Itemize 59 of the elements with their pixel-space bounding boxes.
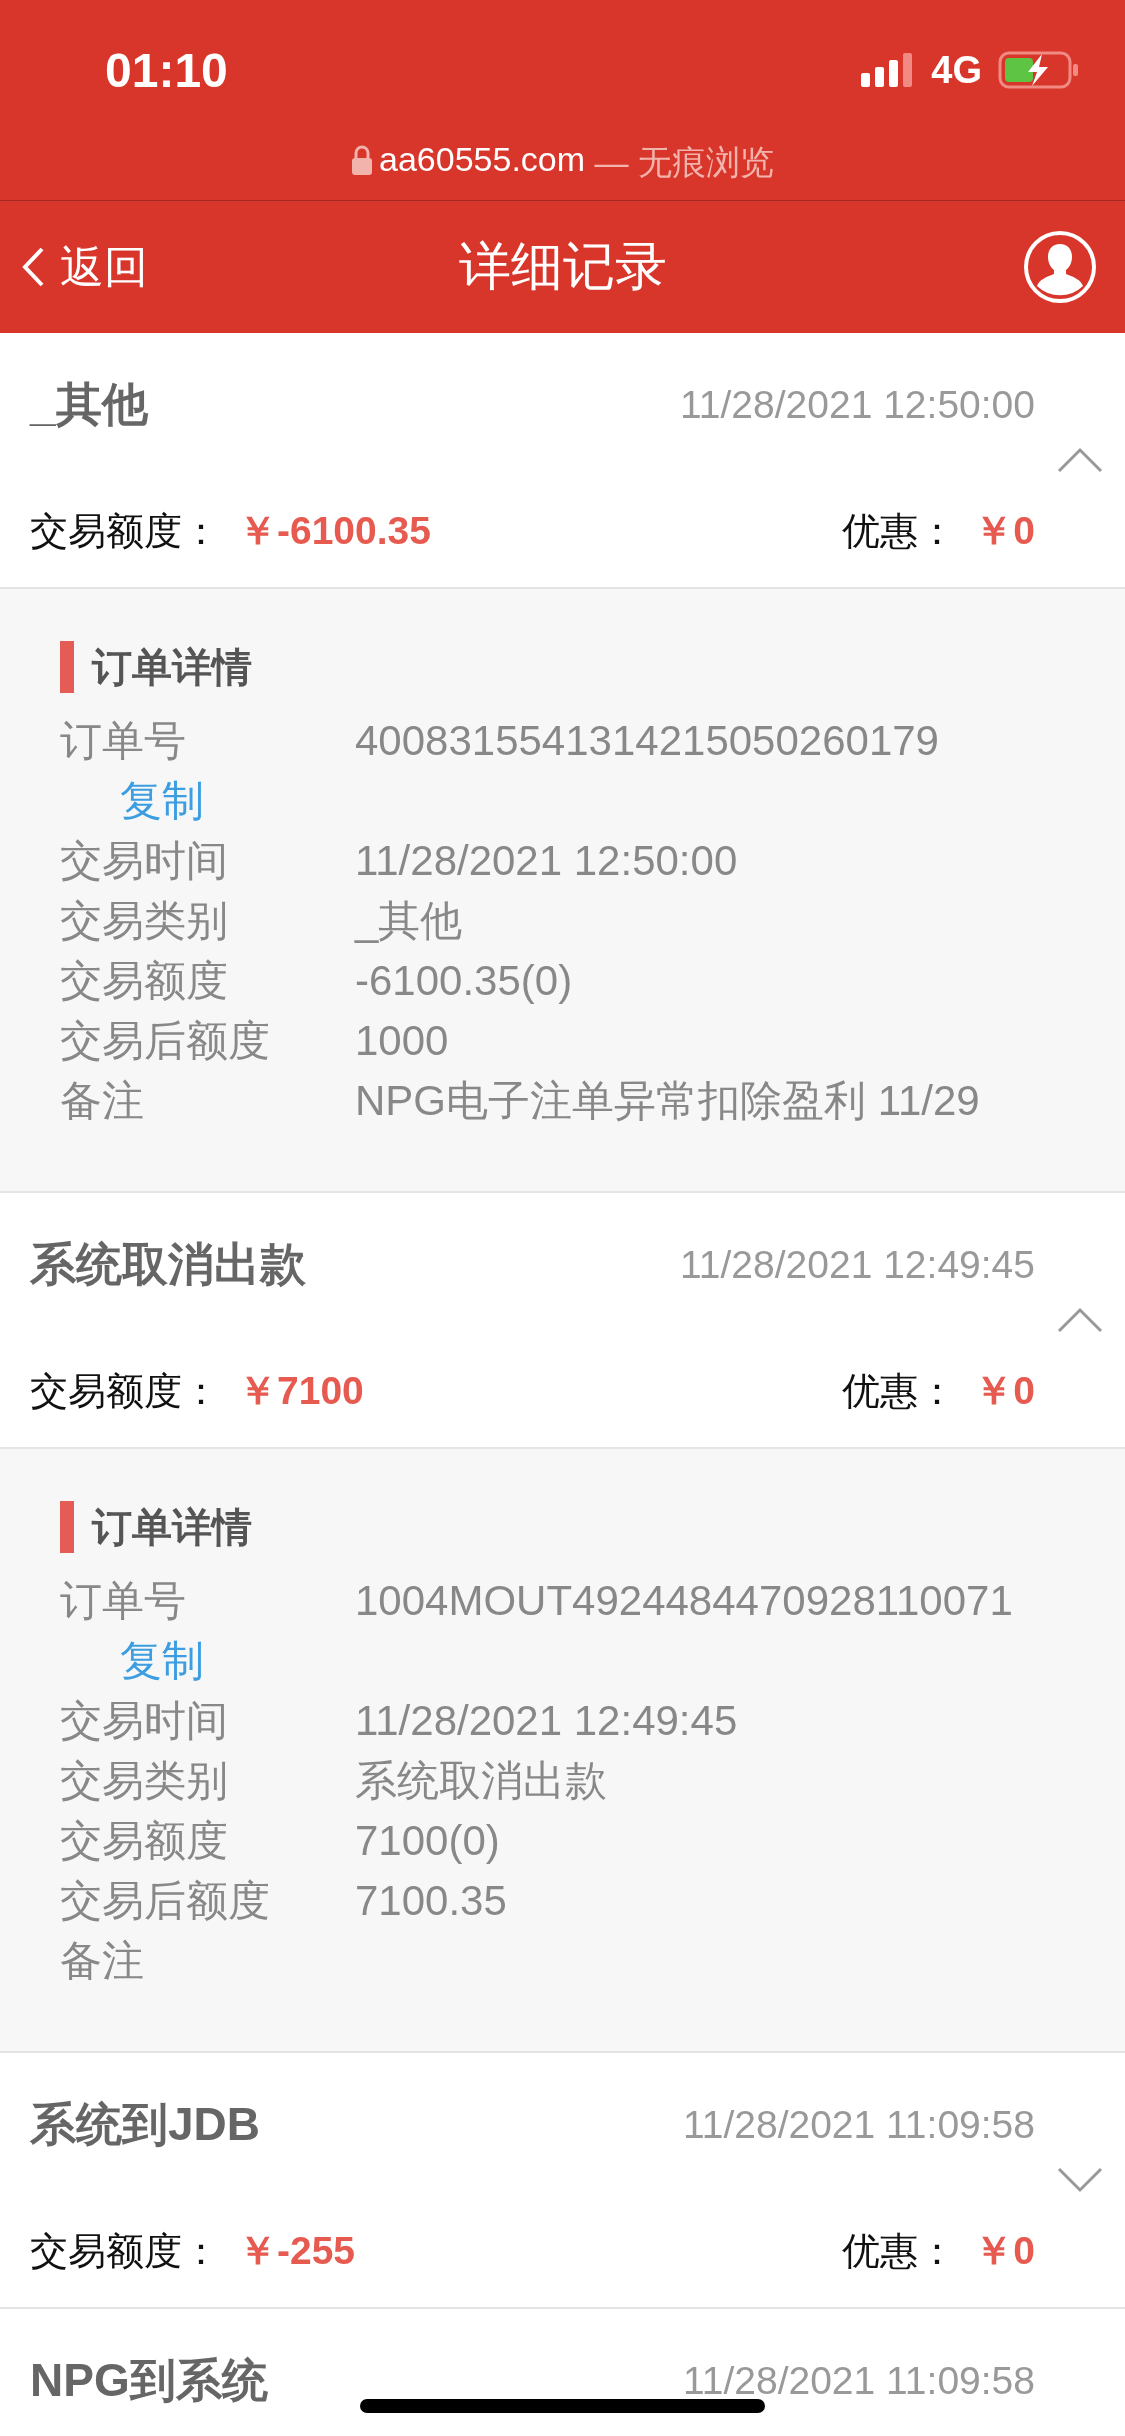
detail-label: 交易额度 bbox=[60, 1816, 229, 1866]
section-heading: 订单详情 bbox=[92, 1503, 252, 1551]
amount-value: ￥-6100.35 bbox=[238, 508, 431, 554]
amount-label: 交易额度： bbox=[30, 508, 220, 554]
bonus-value: ￥0 bbox=[974, 1368, 1035, 1414]
detail-value: 7100(0) bbox=[355, 1817, 500, 1864]
section-heading: 订单详情 bbox=[92, 643, 252, 691]
detail-label: 交易后额度 bbox=[60, 1016, 271, 1066]
chevron-down-icon[interactable] bbox=[1057, 2167, 1103, 2193]
bonus-label: 优惠： bbox=[842, 508, 957, 554]
bonus-value: ￥0 bbox=[974, 2228, 1035, 2274]
chevron-up-icon[interactable] bbox=[1057, 1307, 1103, 1333]
page-title: 详细记录 bbox=[458, 236, 667, 297]
record-time: 11/28/2021 11:09:58 bbox=[682, 2359, 1035, 2403]
detail-label: 交易额度 bbox=[60, 956, 229, 1006]
detail-value: 7100.35 bbox=[355, 1877, 507, 1924]
record-time: 11/28/2021 12:49:45 bbox=[680, 1243, 1035, 1287]
section-marker bbox=[60, 641, 74, 693]
record-type: _其他 bbox=[30, 377, 148, 432]
detail-label: 交易类别 bbox=[60, 1756, 229, 1806]
detail-label: 交易类别 bbox=[60, 896, 229, 946]
url-domain: aa60555.com bbox=[379, 140, 586, 179]
lock-icon bbox=[351, 144, 373, 176]
detail-value: -6100.35(0) bbox=[355, 957, 573, 1004]
amount-value: ￥-255 bbox=[238, 2228, 356, 2274]
back-link[interactable]: 返回 bbox=[22, 237, 459, 297]
battery-charging-icon bbox=[998, 51, 1080, 89]
detail-value: _其他 bbox=[355, 897, 463, 944]
amount-label: 交易额度： bbox=[30, 1368, 220, 1414]
record-type: 系统到JDB bbox=[30, 2097, 261, 2152]
bonus-label: 优惠： bbox=[842, 2228, 957, 2274]
detail-value: 系统取消出款 bbox=[355, 1757, 607, 1804]
private-mode-label: — 无痕浏览 bbox=[593, 142, 774, 183]
section-marker bbox=[60, 1501, 74, 1553]
detail-value: NPG电子注单异常扣除盈利 11/29 bbox=[355, 1077, 980, 1124]
record-time: 11/28/2021 11:09:58 bbox=[682, 2103, 1035, 2147]
chevron-up-icon[interactable] bbox=[1057, 447, 1103, 473]
record-time: 11/28/2021 12:50:00 bbox=[680, 383, 1035, 427]
detail-label: 订单号 bbox=[60, 1576, 187, 1626]
network-label: 4G bbox=[931, 48, 982, 92]
detail-label: 交易后额度 bbox=[60, 1876, 271, 1926]
record-type: NPG到系统 bbox=[30, 2353, 268, 2408]
detail-label: 交易时间 bbox=[60, 1696, 229, 1746]
bonus-value: ￥0 bbox=[974, 508, 1035, 554]
status-time: 01:10 bbox=[105, 42, 228, 98]
detail-label: 订单号 bbox=[60, 716, 187, 766]
amount-label: 交易额度： bbox=[30, 2228, 220, 2274]
amount-value: ￥7100 bbox=[238, 1368, 364, 1414]
detail-value: 4008315541314215050260179 bbox=[355, 717, 939, 764]
bonus-label: 优惠： bbox=[842, 1368, 957, 1414]
detail-value: 11/28/2021 12:49:45 bbox=[355, 1697, 738, 1744]
record-type: 系统取消出款 bbox=[30, 1237, 306, 1292]
detail-value: 1000 bbox=[355, 1017, 449, 1064]
detail-label: 备注 bbox=[60, 1076, 145, 1126]
detail-value: 1004MOUT4924484470928110071 bbox=[355, 1577, 1013, 1624]
detail-label: 备注 bbox=[60, 1936, 145, 1986]
user-avatar-icon[interactable] bbox=[1023, 230, 1097, 304]
detail-value: 11/28/2021 12:50:00 bbox=[355, 837, 738, 884]
detail-label: 交易时间 bbox=[60, 836, 229, 886]
